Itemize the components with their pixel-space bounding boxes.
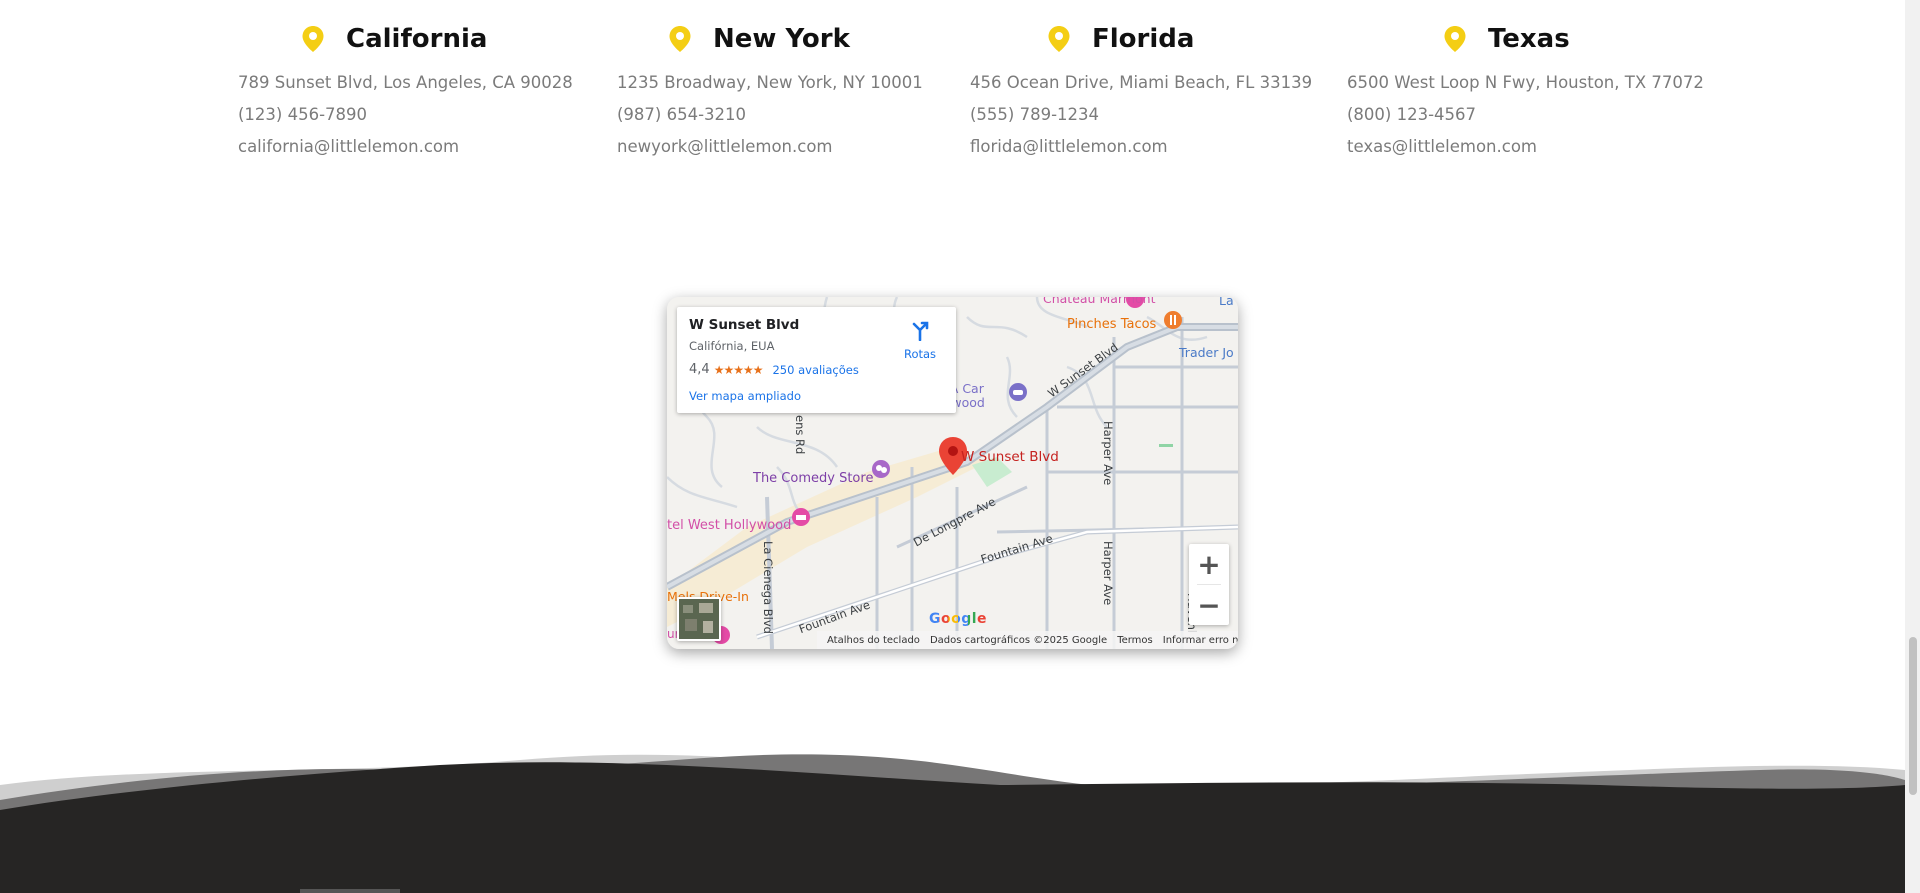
map-label-harper-2: Harper Ave	[1101, 541, 1115, 606]
satellite-thumbnail-icon	[679, 599, 719, 639]
place-rating: 4,4 ★★★★★ 250 avaliações	[689, 362, 859, 377]
place-title: W Sunset Blvd	[689, 317, 800, 333]
location-phone[interactable]: (987) 654-3210	[617, 105, 746, 124]
location-email[interactable]: california@littlelemon.com	[238, 137, 459, 156]
map-label-queens: ens Rd	[793, 415, 807, 455]
location-pin-icon	[669, 26, 691, 52]
satellite-toggle-button[interactable]	[677, 597, 721, 641]
location-email[interactable]: florida@littlelemon.com	[970, 137, 1168, 156]
location-heading: Florida	[1048, 24, 1194, 54]
location-phone[interactable]: (555) 789-1234	[970, 105, 1099, 124]
zoom-out-button[interactable]: −	[1189, 585, 1229, 625]
location-heading: New York	[669, 24, 850, 54]
google-logo-text: Google	[929, 611, 988, 627]
restaurant-poi-icon[interactable]	[1163, 310, 1183, 330]
place-subtitle: Califórnia, EUA	[689, 339, 775, 353]
reviews-link[interactable]: 250 avaliações	[772, 363, 858, 377]
zoom-controls: + −	[1189, 544, 1229, 625]
location-address: 1235 Broadway, New York, NY 10001	[617, 73, 923, 92]
map-label-hotel[interactable]: tel West Hollywood	[667, 518, 791, 533]
map-label-comedy-store[interactable]: The Comedy Store	[753, 471, 873, 486]
report-error-link[interactable]: Informar erro no mapa	[1163, 635, 1238, 646]
location-heading: California	[302, 24, 487, 54]
embedded-map[interactable]: W Sunset Blvd Chateau Marmont Pinches Ta…	[667, 297, 1238, 649]
directions-label: Rotas	[903, 347, 937, 361]
map-pin-label[interactable]: W Sunset Blvd	[961, 449, 1059, 465]
footer-logo-fragment	[300, 889, 400, 893]
scrollbar-thumb[interactable]	[1909, 637, 1917, 795]
location-address: 6500 West Loop N Fwy, Houston, TX 77072	[1347, 73, 1704, 92]
zoom-in-button[interactable]: +	[1189, 544, 1229, 584]
location-pin-icon	[1444, 26, 1466, 52]
location-phone[interactable]: (123) 456-7890	[238, 105, 367, 124]
map-label-la[interactable]: La	[1219, 297, 1234, 308]
map-label-chateau[interactable]: Chateau Marmont	[1043, 297, 1155, 306]
map-label-trader[interactable]: Trader Jo	[1179, 345, 1234, 360]
location-pin-icon	[302, 26, 324, 52]
location-title: California	[346, 24, 488, 54]
map-label-pinches[interactable]: Pinches Tacos	[1067, 317, 1156, 332]
location-pin-icon	[1048, 26, 1070, 52]
location-title: Florida	[1092, 24, 1195, 54]
map-label-harper: Harper Ave	[1101, 421, 1115, 486]
location-title: New York	[713, 24, 850, 54]
hotel-poi-icon[interactable]	[791, 507, 811, 527]
terms-link[interactable]: Termos	[1117, 635, 1153, 646]
location-phone[interactable]: (800) 123-4567	[1347, 105, 1476, 124]
map-attribution-bar: Atalhos do teclado Dados cartográficos ©…	[817, 631, 1238, 649]
place-info-card: W Sunset Blvd Califórnia, EUA 4,4 ★★★★★ …	[677, 307, 956, 413]
location-title: Texas	[1488, 24, 1570, 54]
location-heading: Texas	[1444, 24, 1570, 54]
footer-wave	[0, 754, 1905, 893]
location-address: 456 Ocean Drive, Miami Beach, FL 33139	[970, 73, 1313, 92]
directions-button[interactable]: Rotas	[898, 319, 942, 361]
map-label-la-cienega: La Cienega Blvd	[761, 541, 775, 634]
theater-poi-icon[interactable]	[871, 459, 891, 479]
car-rental-poi-icon[interactable]	[1008, 382, 1028, 402]
rating-stars-icon: ★★★★★	[713, 362, 764, 377]
view-larger-map-link[interactable]: Ver mapa ampliado	[689, 389, 801, 403]
google-logo: Google	[929, 611, 987, 627]
rating-value: 4,4	[689, 362, 710, 377]
directions-icon	[912, 321, 929, 342]
location-email[interactable]: newyork@littlelemon.com	[617, 137, 833, 156]
page-scrollbar[interactable]	[1905, 0, 1920, 893]
keyboard-shortcuts-link[interactable]: Atalhos do teclado	[827, 635, 920, 646]
location-email[interactable]: texas@littlelemon.com	[1347, 137, 1537, 156]
location-address: 789 Sunset Blvd, Los Angeles, CA 90028	[238, 73, 573, 92]
map-data-credit: Dados cartográficos ©2025 Google	[929, 634, 1108, 646]
